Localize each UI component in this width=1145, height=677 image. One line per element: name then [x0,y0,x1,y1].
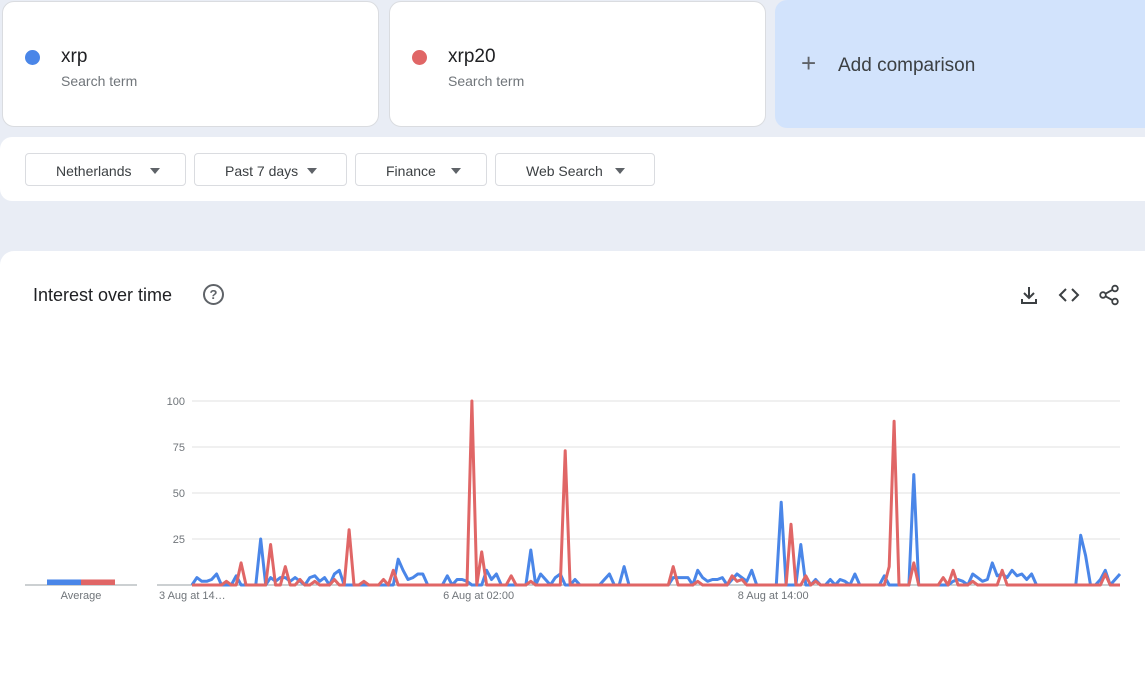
filter-bar: Netherlands Past 7 days Finance Web Sear… [0,137,1145,201]
x-tick-label: 8 Aug at 14:00 [738,590,809,602]
caret-down-icon [150,168,160,174]
filter-search-type-dropdown[interactable]: Web Search [495,153,655,186]
search-term-name[interactable]: xrp20 [448,46,496,68]
x-tick-label: 3 Aug at 14… [159,590,226,602]
search-term-name[interactable]: xrp [61,46,87,68]
caret-down-icon [615,168,625,174]
caret-down-icon [307,168,317,174]
series-color-dot-icon [412,50,427,65]
x-tick-label: 6 Aug at 02:00 [443,590,514,602]
average-bar [47,579,81,585]
series-line-xrp [190,473,1122,587]
filter-label: Past 7 days [225,163,299,179]
filter-region-dropdown[interactable]: Netherlands [25,153,186,186]
filter-label: Netherlands [56,163,132,179]
average-label: Average [61,590,102,602]
filter-label: Finance [386,163,436,179]
search-term-type: Search term [448,73,525,89]
y-tick-label: 25 [173,534,185,546]
add-comparison-label: Add comparison [838,55,976,76]
term-card-xrp[interactable]: xrp Search term [2,1,379,127]
series-color-dot-icon [25,50,40,65]
plus-icon: + [801,48,817,78]
filter-label: Web Search [526,163,603,179]
filter-category-dropdown[interactable]: Finance [355,153,487,186]
search-term-type: Search term [61,73,138,89]
add-comparison-button[interactable]: + Add comparison [775,0,1145,128]
filter-time-dropdown[interactable]: Past 7 days [194,153,347,186]
term-card-xrp20[interactable]: xrp20 Search term [389,1,766,127]
average-bar [81,579,115,585]
interest-chart: 25 50 75 100 3 Aug at 14… 6 Aug at 02:00 8 Aug… [25,396,1122,602]
interest-over-time-panel: Interest over time ? 25 50 75 100 3 Aug at 1… [0,251,1145,677]
y-tick-label: 50 [173,488,185,500]
y-tick-label: 100 [167,396,185,408]
caret-down-icon [451,168,461,174]
y-tick-label: 75 [173,442,185,454]
